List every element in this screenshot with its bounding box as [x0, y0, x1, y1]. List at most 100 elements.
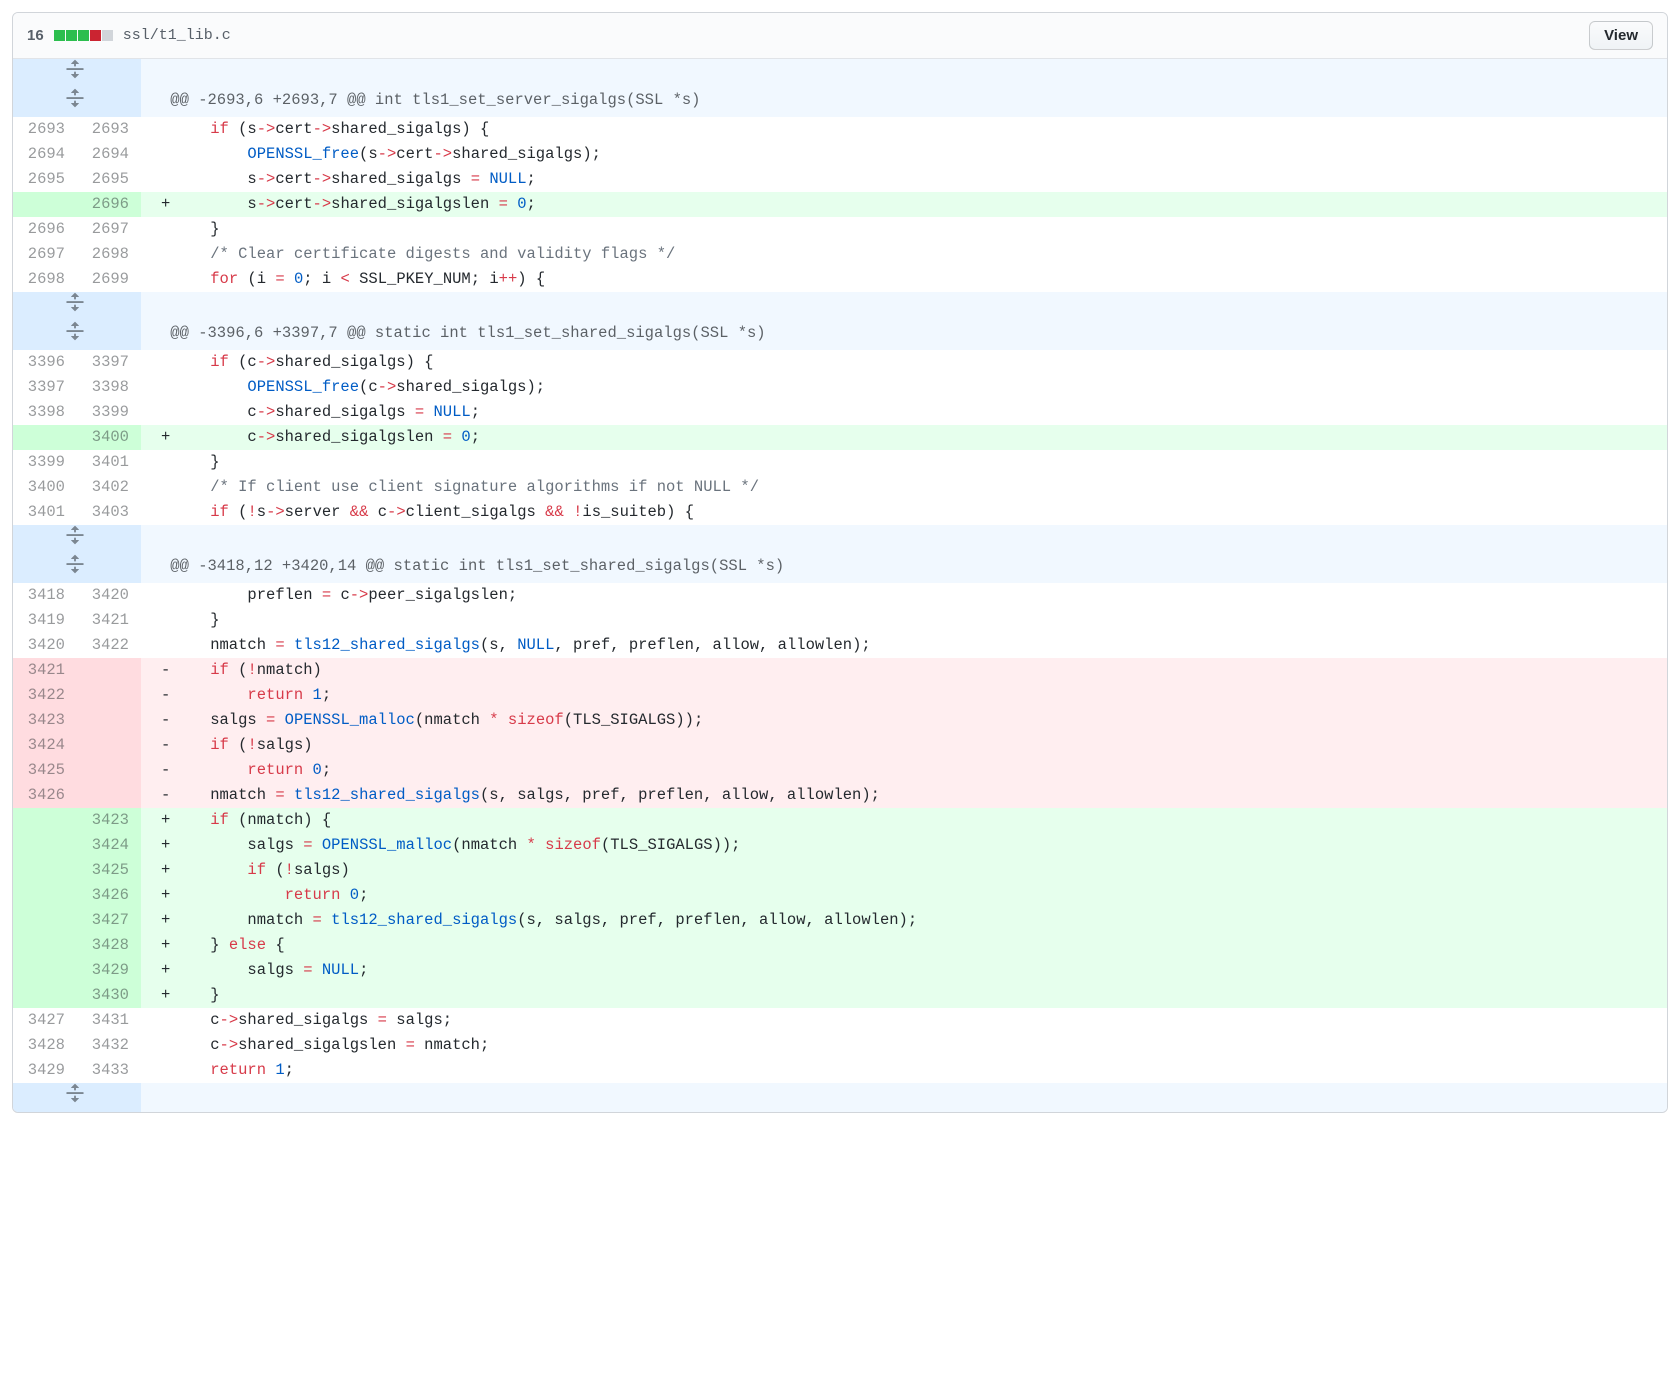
- diff-file: 16 ssl/t1_lib.c View @@ -2693,6 +2693,7 …: [12, 12, 1668, 1113]
- new-line-number[interactable]: 3397: [77, 350, 141, 375]
- diff-row-ctx: 33993401 }: [13, 450, 1667, 475]
- diff-row-del: 3422 - return 1;: [13, 683, 1667, 708]
- new-line-number[interactable]: 3433: [77, 1058, 141, 1083]
- old-line-number[interactable]: 3421: [13, 658, 77, 683]
- old-line-number: [13, 192, 77, 217]
- old-line-number[interactable]: 2695: [13, 167, 77, 192]
- new-line-number[interactable]: 3427: [77, 908, 141, 933]
- expand-cell[interactable]: [13, 525, 141, 554]
- new-line-number[interactable]: 3431: [77, 1008, 141, 1033]
- diff-row-ctx: 33973398 OPENSSL_free(c->shared_sigalgs)…: [13, 375, 1667, 400]
- code-cell: /* Clear certificate digests and validit…: [141, 242, 1667, 267]
- new-line-number[interactable]: 3401: [77, 450, 141, 475]
- file-path[interactable]: ssl/t1_lib.c: [123, 27, 231, 44]
- diff-table: @@ -2693,6 +2693,7 @@ int tls1_set_serve…: [13, 59, 1667, 1112]
- diffstat-square-add: [54, 30, 65, 41]
- diff-row-ctx: 34013403 if (!s->server && c->client_sig…: [13, 500, 1667, 525]
- code-cell: - return 1;: [141, 683, 1667, 708]
- old-line-number[interactable]: 3397: [13, 375, 77, 400]
- diff-row-add: 3430+ }: [13, 983, 1667, 1008]
- diffstat-square-del: [90, 30, 101, 41]
- new-line-number[interactable]: 3400: [77, 425, 141, 450]
- diff-row-del: 3423 - salgs = OPENSSL_malloc(nmatch * si…: [13, 708, 1667, 733]
- expand-cell[interactable]: [13, 292, 141, 321]
- code-cell: - salgs = OPENSSL_malloc(nmatch * sizeof…: [141, 708, 1667, 733]
- old-line-number[interactable]: 3401: [13, 500, 77, 525]
- old-line-number[interactable]: 3420: [13, 633, 77, 658]
- new-line-number[interactable]: 2698: [77, 242, 141, 267]
- old-line-number[interactable]: 3398: [13, 400, 77, 425]
- new-line-number[interactable]: 2697: [77, 217, 141, 242]
- expand-cell[interactable]: [13, 321, 141, 350]
- code-cell: - nmatch = tls12_shared_sigalgs(s, salgs…: [141, 783, 1667, 808]
- old-line-number[interactable]: 2697: [13, 242, 77, 267]
- old-line-number[interactable]: 3418: [13, 583, 77, 608]
- new-line-number[interactable]: 3424: [77, 833, 141, 858]
- view-file-button[interactable]: View: [1589, 21, 1653, 50]
- code-cell: - if (!nmatch): [141, 658, 1667, 683]
- code-cell: + s->cert->shared_sigalgslen = 0;: [141, 192, 1667, 217]
- new-line-number[interactable]: 2694: [77, 142, 141, 167]
- new-line-number[interactable]: 2693: [77, 117, 141, 142]
- new-line-number[interactable]: 3421: [77, 608, 141, 633]
- expand-cell[interactable]: [13, 554, 141, 583]
- unfold-icon: [65, 321, 85, 341]
- diff-row-add: 3423+ if (nmatch) {: [13, 808, 1667, 833]
- code-cell: }: [141, 608, 1667, 633]
- new-line-number[interactable]: 3432: [77, 1033, 141, 1058]
- new-line-number[interactable]: 2696: [77, 192, 141, 217]
- new-line-number[interactable]: 3403: [77, 500, 141, 525]
- diff-row-ctx: 34203422 nmatch = tls12_shared_sigalgs(s…: [13, 633, 1667, 658]
- diff-row-ctx: 33963397 if (c->shared_sigalgs) {: [13, 350, 1667, 375]
- new-line-number[interactable]: 3429: [77, 958, 141, 983]
- old-line-number[interactable]: 2696: [13, 217, 77, 242]
- expand-spacer: [141, 1083, 1667, 1112]
- expand-cell[interactable]: [13, 59, 141, 88]
- unfold-icon: [65, 88, 85, 108]
- diff-change-count: 16: [27, 27, 44, 44]
- new-line-number[interactable]: 3425: [77, 858, 141, 883]
- old-line-number[interactable]: 3399: [13, 450, 77, 475]
- new-line-number[interactable]: 3422: [77, 633, 141, 658]
- old-line-number[interactable]: 3396: [13, 350, 77, 375]
- expand-cell[interactable]: [13, 88, 141, 117]
- old-line-number[interactable]: 3424: [13, 733, 77, 758]
- old-line-number[interactable]: 3419: [13, 608, 77, 633]
- old-line-number: [13, 808, 77, 833]
- diff-row-del: 3421 - if (!nmatch): [13, 658, 1667, 683]
- code-cell: nmatch = tls12_shared_sigalgs(s, NULL, p…: [141, 633, 1667, 658]
- new-line-number: [77, 658, 141, 683]
- new-line-number[interactable]: 3399: [77, 400, 141, 425]
- old-line-number[interactable]: 3427: [13, 1008, 77, 1033]
- new-line-number[interactable]: 3402: [77, 475, 141, 500]
- diff-row-add: 3426+ return 0;: [13, 883, 1667, 908]
- new-line-number[interactable]: 3428: [77, 933, 141, 958]
- old-line-number[interactable]: 2698: [13, 267, 77, 292]
- code-cell: c->shared_sigalgs = NULL;: [141, 400, 1667, 425]
- diff-row-hunk: @@ -3418,12 +3420,14 @@ static int tls1_…: [13, 554, 1667, 583]
- new-line-number[interactable]: 2695: [77, 167, 141, 192]
- old-line-number[interactable]: 3428: [13, 1033, 77, 1058]
- new-line-number[interactable]: 3426: [77, 883, 141, 908]
- diff-row-ctx: 26962697 }: [13, 217, 1667, 242]
- old-line-number[interactable]: 3426: [13, 783, 77, 808]
- old-line-number[interactable]: 3422: [13, 683, 77, 708]
- new-line-number[interactable]: 3420: [77, 583, 141, 608]
- new-line-number[interactable]: 3423: [77, 808, 141, 833]
- expand-cell[interactable]: [13, 1083, 141, 1112]
- old-line-number[interactable]: 3425: [13, 758, 77, 783]
- new-line-number[interactable]: 2699: [77, 267, 141, 292]
- old-line-number[interactable]: 2693: [13, 117, 77, 142]
- diff-row-add: 3400+ c->shared_sigalgslen = 0;: [13, 425, 1667, 450]
- old-line-number[interactable]: 3400: [13, 475, 77, 500]
- new-line-number[interactable]: 3398: [77, 375, 141, 400]
- hunk-header-text: @@ -2693,6 +2693,7 @@ int tls1_set_serve…: [141, 88, 1667, 117]
- new-line-number: [77, 683, 141, 708]
- new-line-number[interactable]: 3430: [77, 983, 141, 1008]
- code-cell: + salgs = NULL;: [141, 958, 1667, 983]
- code-cell: preflen = c->peer_sigalgslen;: [141, 583, 1667, 608]
- old-line-number[interactable]: 2694: [13, 142, 77, 167]
- diff-row-ctx: 26932693 if (s->cert->shared_sigalgs) {: [13, 117, 1667, 142]
- old-line-number[interactable]: 3423: [13, 708, 77, 733]
- old-line-number[interactable]: 3429: [13, 1058, 77, 1083]
